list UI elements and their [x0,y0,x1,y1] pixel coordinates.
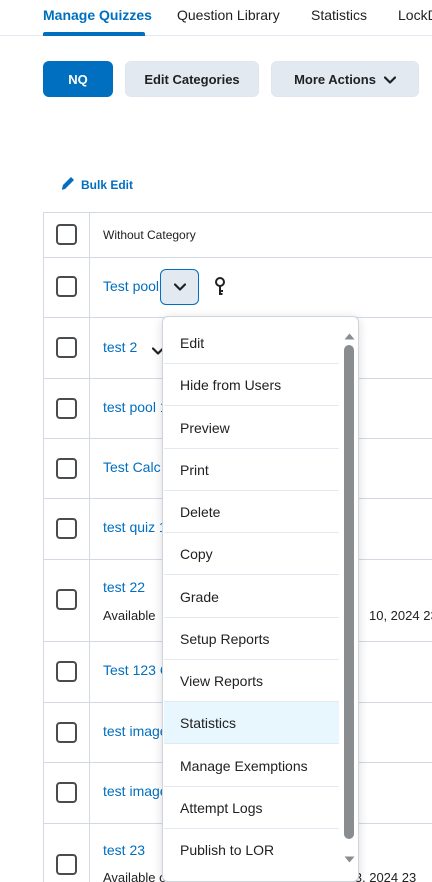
row-checkbox[interactable] [56,854,77,875]
edit-categories-button[interactable]: Edit Categories [125,61,259,97]
row-checkbox[interactable] [56,337,77,358]
tab-statistics[interactable]: Statistics [311,7,367,23]
menu-item-view-reports[interactable]: View Reports [164,660,339,702]
quiz-link[interactable]: test pool 1 [103,399,168,415]
quiz-actions-menu: Edit Hide from Users Preview Print Delet… [162,316,359,882]
row-checkbox[interactable] [56,398,77,419]
bulk-edit-link[interactable]: Bulk Edit [60,175,133,194]
key-icon [214,277,226,302]
menu-item-hide-from-users[interactable]: Hide from Users [164,364,339,406]
tab-bar: Manage Quizzes Question Library Statisti… [0,0,432,36]
menu-item-copy[interactable]: Copy [164,533,339,575]
menu-item-print[interactable]: Print [164,449,339,491]
chevron-down-icon [173,278,186,296]
new-quiz-button-label: NQ [68,71,88,87]
row-checkbox[interactable] [56,782,77,803]
menu-item-setup-reports[interactable]: Setup Reports [164,618,339,660]
menu-item-manage-exemptions[interactable]: Manage Exemptions [164,745,339,787]
category-header: Without Category [103,228,196,242]
quiz-link[interactable]: Test Calc [103,459,161,475]
quiz-link[interactable]: Test 123 C [103,662,170,678]
row-checkbox[interactable] [56,722,77,743]
quiz-link[interactable]: test quiz 1 [103,519,167,535]
menu-item-publish-to-lor[interactable]: Publish to LOR [164,829,339,871]
row-checkbox[interactable] [56,589,77,610]
scroll-up-arrow-icon[interactable] [344,327,355,345]
new-quiz-button[interactable]: NQ [43,61,113,97]
quiz-link[interactable]: Test pool [103,278,159,294]
quiz-link[interactable]: test 22 [103,579,145,595]
table-header-row: Without Category [44,213,432,258]
menu-scrollbar[interactable] [341,317,358,881]
active-tab-indicator [43,32,145,36]
menu-item-grade[interactable]: Grade [164,576,339,618]
row-checkbox[interactable] [56,458,77,479]
table-row: Test pool [44,258,432,318]
menu-item-preview[interactable]: Preview [164,407,339,449]
pencil-icon [60,175,81,194]
tab-question-library[interactable]: Question Library [177,7,280,23]
chevron-down-icon [383,72,397,87]
menu-item-attempt-logs[interactable]: Attempt Logs [164,787,339,829]
menu-item-statistics[interactable]: Statistics [164,702,339,744]
scroll-down-arrow-icon[interactable] [344,850,355,868]
quiz-link[interactable]: test 23 [103,842,145,858]
menu-item-delete[interactable]: Delete [164,491,339,533]
more-actions-label: More Actions [294,71,376,87]
quiz-link[interactable]: test image [103,723,168,739]
more-actions-button[interactable]: More Actions [271,61,419,97]
menu-item-edit[interactable]: Edit [164,322,339,364]
quiz-link[interactable]: test 2 [103,339,137,355]
row-checkbox[interactable] [56,661,77,682]
edit-categories-label: Edit Categories [144,71,240,87]
bulk-edit-label: Bulk Edit [81,177,134,192]
scroll-thumb[interactable] [344,345,354,839]
row-checkbox[interactable] [56,518,77,539]
availability-text: Available [103,608,156,623]
tab-lockdown[interactable]: LockD [398,7,432,23]
select-all-checkbox[interactable] [56,224,77,245]
quiz-link[interactable]: test image [103,783,168,799]
row-checkbox[interactable] [56,276,77,297]
availability-text-end: 10, 2024 23: [369,608,432,623]
tab-manage-quizzes[interactable]: Manage Quizzes [43,7,152,23]
actions-menu-button[interactable] [160,269,199,305]
